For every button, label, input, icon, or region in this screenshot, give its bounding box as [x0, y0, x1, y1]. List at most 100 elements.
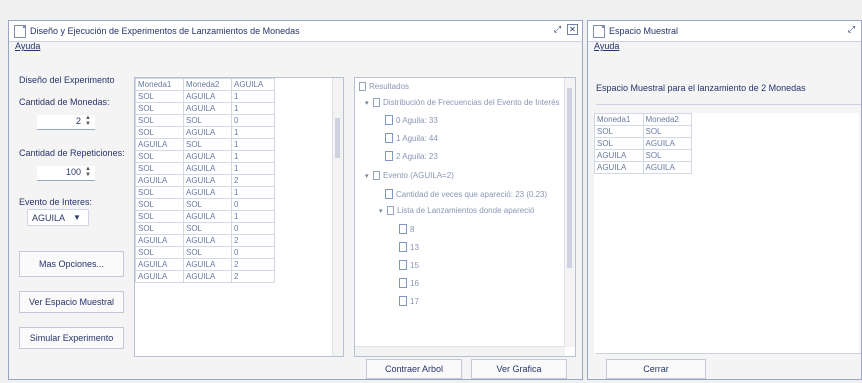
- sample-table-panel[interactable]: Moneda1 Moneda2 SOL SOL SOL AGUILA AGUILA S…: [594, 113, 859, 353]
- table-cell: SOL: [135, 90, 184, 103]
- table-cell: AGUILA: [183, 186, 232, 199]
- table-header-row: Moneda1 Moneda2: [594, 113, 692, 126]
- table-cell: AGUILA: [183, 150, 232, 163]
- view-chart-button[interactable]: Ver Grafica: [471, 359, 567, 379]
- tree-label: 16: [410, 278, 419, 288]
- close-button[interactable]: Cerrar: [606, 359, 706, 379]
- table-row[interactable]: AGUILA AGUILA: [594, 161, 692, 174]
- table-cell: 2: [231, 174, 275, 187]
- table-row[interactable]: SOL AGUILA: [594, 137, 692, 150]
- tree-leaf[interactable]: Cantidad de veces que apareció: 23 (0.23…: [385, 189, 547, 199]
- results-table-panel[interactable]: Moneda1 Moneda2 AGUILA SOL AGUILA 1 SOL AGU…: [134, 77, 344, 357]
- table-row[interactable]: SOL SOL 0: [135, 198, 275, 211]
- tree-label: Distribución de Frecuencias del Evento d…: [383, 98, 560, 107]
- tree-node-distribution[interactable]: ▾ Distribución de Frecuencias del Evento…: [365, 98, 560, 107]
- table-cell: 0: [231, 114, 275, 127]
- main-window: Diseño y Ejecución de Experimentos de La…: [8, 20, 583, 380]
- maximize-icon[interactable]: ⤢: [552, 24, 563, 35]
- view-sample-space-button[interactable]: Ver Espacio Muestral: [19, 291, 124, 313]
- results-tree-panel[interactable]: Resultados ▾ Distribución de Frecuencias…: [354, 77, 576, 357]
- sample-titlebar[interactable]: Espacio Muestral ⤢: [588, 21, 861, 42]
- column-header[interactable]: Moneda2: [183, 78, 232, 91]
- menu-ayuda[interactable]: Ayuda: [594, 41, 619, 51]
- table-row[interactable]: AGUILA AGUILA 2: [135, 174, 275, 187]
- tree-leaf[interactable]: 0 Aguila: 33: [385, 115, 438, 125]
- table-cell: AGUILA: [183, 162, 232, 175]
- reps-stepper[interactable]: 100 ▲ ▼: [37, 166, 95, 181]
- table-row[interactable]: SOL AGUILA 1: [135, 186, 275, 199]
- tree-scrollbar[interactable]: [564, 78, 575, 347]
- tree-leaf[interactable]: 17: [399, 296, 419, 306]
- table-row[interactable]: SOL AGUILA 1: [135, 162, 275, 175]
- tree-node-list[interactable]: ▾ Lista de Lanzamientos donde apareció: [379, 206, 534, 215]
- tree-root[interactable]: Resultados: [359, 82, 409, 91]
- table-row[interactable]: SOL SOL: [594, 125, 692, 138]
- sample-window-title: Espacio Muestral: [609, 26, 679, 36]
- maximize-icon[interactable]: ⤢: [846, 24, 857, 35]
- tree-node-event[interactable]: ▾ Evento (AGUILA=2): [365, 171, 454, 180]
- sample-menubar: Ayuda: [588, 41, 861, 57]
- tree-leaf[interactable]: 8: [399, 224, 414, 234]
- results-table: Moneda1 Moneda2 AGUILA SOL AGUILA 1 SOL AGU…: [135, 78, 275, 283]
- table-scrollbar[interactable]: [332, 78, 343, 356]
- document-icon: [385, 115, 393, 125]
- table-cell: 1: [231, 210, 275, 223]
- table-row[interactable]: AGUILA AGUILA 2: [135, 258, 275, 271]
- column-header[interactable]: AGUILA: [231, 78, 275, 91]
- table-cell: SOL: [135, 162, 184, 175]
- document-icon: [399, 260, 407, 270]
- table-row[interactable]: SOL SOL 0: [135, 222, 275, 235]
- table-cell: AGUILA: [183, 102, 232, 115]
- tree-leaf[interactable]: 13: [399, 242, 419, 252]
- tree-label: Cantidad de veces que apareció: 23 (0.23…: [396, 189, 548, 199]
- folder-icon: [359, 82, 366, 91]
- collapse-icon[interactable]: ▾: [365, 99, 373, 107]
- tree-leaf[interactable]: 15: [399, 260, 419, 270]
- tree-leaf[interactable]: 1 Aguila: 44: [385, 133, 438, 143]
- table-row[interactable]: SOL SOL 0: [135, 246, 275, 259]
- column-header[interactable]: Moneda2: [642, 113, 692, 126]
- collapse-tree-button[interactable]: Contraer Arbol: [366, 359, 462, 379]
- table-cell: SOL: [135, 114, 184, 127]
- coins-stepper[interactable]: 2 ▲ ▼: [37, 115, 95, 130]
- tree-leaf[interactable]: 16: [399, 278, 419, 288]
- table-row[interactable]: SOL SOL 0: [135, 114, 275, 127]
- menu-ayuda[interactable]: Ayuda: [15, 41, 40, 51]
- table-row[interactable]: SOL AGUILA 1: [135, 210, 275, 223]
- tree-hscrollbar[interactable]: [355, 346, 565, 356]
- table-row[interactable]: AGUILA SOL: [594, 149, 692, 162]
- column-header[interactable]: Moneda1: [135, 78, 184, 91]
- folder-icon: [373, 171, 380, 180]
- table-row[interactable]: AGUILA AGUILA 2: [135, 270, 275, 283]
- table-cell: AGUILA: [183, 174, 232, 187]
- table-cell: 2: [231, 234, 275, 247]
- table-row[interactable]: SOL AGUILA 1: [135, 126, 275, 139]
- document-icon: [399, 278, 407, 288]
- more-options-button[interactable]: Mas Opciones...: [19, 251, 124, 277]
- table-row[interactable]: SOL AGUILA 1: [135, 90, 275, 103]
- divider: [596, 104, 861, 105]
- table-row[interactable]: SOL AGUILA 1: [135, 102, 275, 115]
- close-icon[interactable]: ✕: [567, 24, 578, 35]
- collapse-icon[interactable]: ▾: [379, 207, 387, 215]
- table-cell: 0: [231, 222, 275, 235]
- scrollbar-thumb[interactable]: [567, 88, 572, 268]
- document-icon: [385, 133, 393, 143]
- main-titlebar[interactable]: Diseño y Ejecución de Experimentos de La…: [9, 21, 582, 42]
- event-select[interactable]: AGUILA ▼: [27, 209, 89, 226]
- table-cell: SOL: [135, 126, 184, 139]
- table-cell: SOL: [594, 125, 644, 138]
- table-row[interactable]: SOL AGUILA 1: [135, 150, 275, 163]
- collapse-icon[interactable]: ▾: [365, 172, 373, 180]
- simulate-button[interactable]: Simular Experimento: [19, 327, 124, 349]
- table-row[interactable]: AGUILA SOL 1: [135, 138, 275, 151]
- table-row[interactable]: AGUILA AGUILA 2: [135, 234, 275, 247]
- tree-leaf[interactable]: 2 Aguila: 23: [385, 151, 438, 161]
- column-header[interactable]: Moneda1: [594, 113, 644, 126]
- scrollbar-thumb[interactable]: [335, 118, 340, 158]
- table-cell: SOL: [183, 198, 232, 211]
- stepper-arrows-icon[interactable]: ▲ ▼: [85, 115, 93, 127]
- main-menubar: Ayuda: [9, 41, 582, 57]
- table-cell: 1: [231, 150, 275, 163]
- stepper-arrows-icon[interactable]: ▲ ▼: [85, 166, 93, 178]
